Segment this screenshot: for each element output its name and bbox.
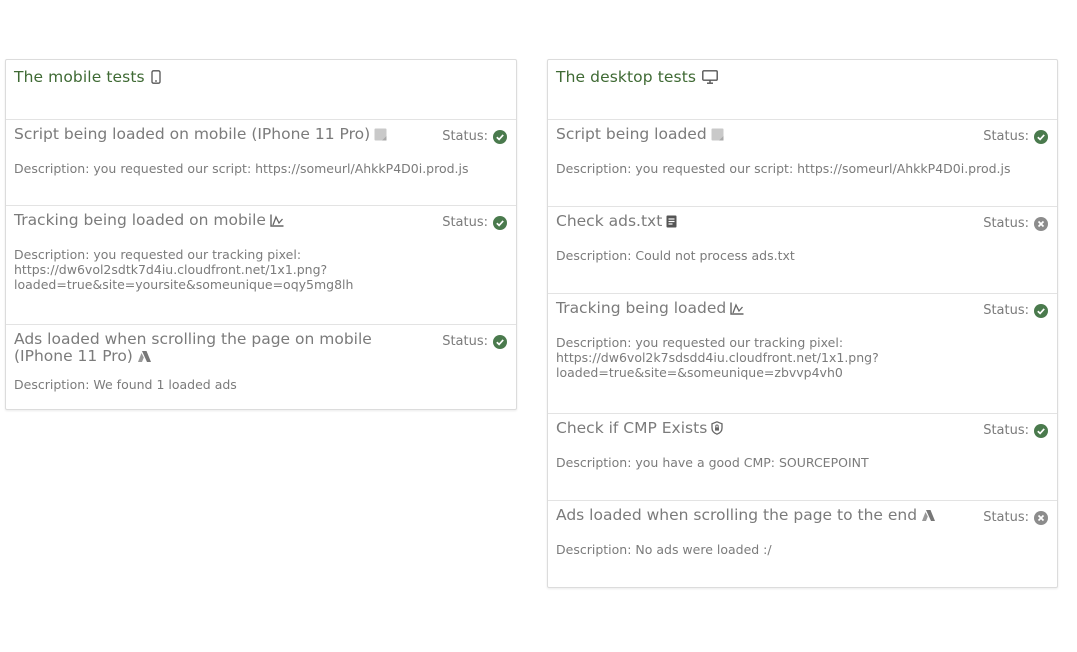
status-ok-icon [493, 129, 507, 144]
test-title: Script being loaded on mobile (IPhone 11… [14, 126, 508, 143]
status-indicator: Status: [983, 423, 1048, 438]
status-ok-icon [1034, 423, 1048, 438]
status-ok-icon [1034, 129, 1048, 144]
status-indicator: Status: [442, 129, 507, 144]
desktop-test-row-tracking: Tracking being loaded Status: Descriptio… [548, 294, 1057, 414]
document-icon [666, 215, 677, 228]
test-title: Ads loaded when scrolling the page to th… [556, 507, 1049, 524]
status-ok-icon [493, 215, 507, 230]
mobile-panel-title-text: The mobile tests [14, 68, 145, 86]
status-fail-icon [1034, 510, 1048, 525]
status-indicator: Status: [983, 510, 1048, 525]
chart-icon [270, 214, 284, 227]
monitor-icon [702, 70, 718, 84]
desktop-panel-title-text: The desktop tests [556, 68, 697, 86]
desktop-panel-title: The desktop tests [556, 68, 1049, 86]
ads-icon [137, 350, 152, 363]
shield-icon [711, 421, 723, 435]
status-ok-icon [493, 334, 507, 349]
status-indicator: Status: [442, 215, 507, 230]
test-title: Tracking being loaded [556, 300, 1049, 317]
test-title: Script being loaded [556, 126, 1049, 143]
test-title: Ads loaded when scrolling the page on mo… [14, 330, 372, 365]
desktop-test-row-script: Script being loaded Status: Description:… [548, 120, 1057, 207]
ads-icon [921, 509, 936, 522]
desktop-panel-header: The desktop tests [548, 60, 1057, 120]
mobile-test-row-script: Script being loaded on mobile (IPhone 11… [6, 120, 516, 206]
script-icon [711, 128, 724, 141]
test-description: Description: you requested our script: h… [556, 161, 1011, 176]
test-description: Description: Could not process ads.txt [556, 248, 795, 263]
mobile-tests-panel: The mobile tests Script being loaded on … [5, 59, 517, 410]
test-title: Check if CMP Exists [556, 420, 1049, 437]
test-description: Description: you requested our tracking … [556, 335, 879, 380]
status-indicator: Status: [983, 129, 1048, 144]
test-description: Description: you have a good CMP: SOURCE… [556, 455, 869, 470]
desktop-tests-panel: The desktop tests Script being loaded St… [547, 59, 1058, 588]
mobile-panel-title: The mobile tests [14, 68, 508, 86]
mobile-panel-header: The mobile tests [6, 60, 516, 120]
test-description: Description: We found 1 loaded ads [14, 377, 237, 392]
status-indicator: Status: [983, 303, 1048, 318]
status-ok-icon [1034, 303, 1048, 318]
chart-icon [730, 302, 744, 315]
desktop-test-row-ads: Ads loaded when scrolling the page to th… [548, 501, 1057, 587]
test-title: Check ads.txt [556, 213, 1049, 230]
desktop-test-row-adstxt: Check ads.txt Status: Description: Could… [548, 207, 1057, 294]
status-indicator: Status: [983, 216, 1048, 231]
desktop-test-row-cmp: Check if CMP Exists Status: Description:… [548, 414, 1057, 501]
test-description: Description: No ads were loaded :/ [556, 542, 772, 557]
mobile-test-row-tracking: Tracking being loaded on mobile Status: … [6, 206, 516, 325]
status-indicator: Status: [442, 334, 507, 349]
test-title: Tracking being loaded on mobile [14, 212, 508, 229]
test-description: Description: you requested our script: h… [14, 161, 469, 176]
phone-icon [151, 70, 161, 84]
script-icon [374, 128, 387, 141]
mobile-test-row-ads: Ads loaded when scrolling the page on mo… [6, 325, 516, 409]
test-description: Description: you requested our tracking … [14, 247, 354, 292]
status-fail-icon [1034, 216, 1048, 231]
